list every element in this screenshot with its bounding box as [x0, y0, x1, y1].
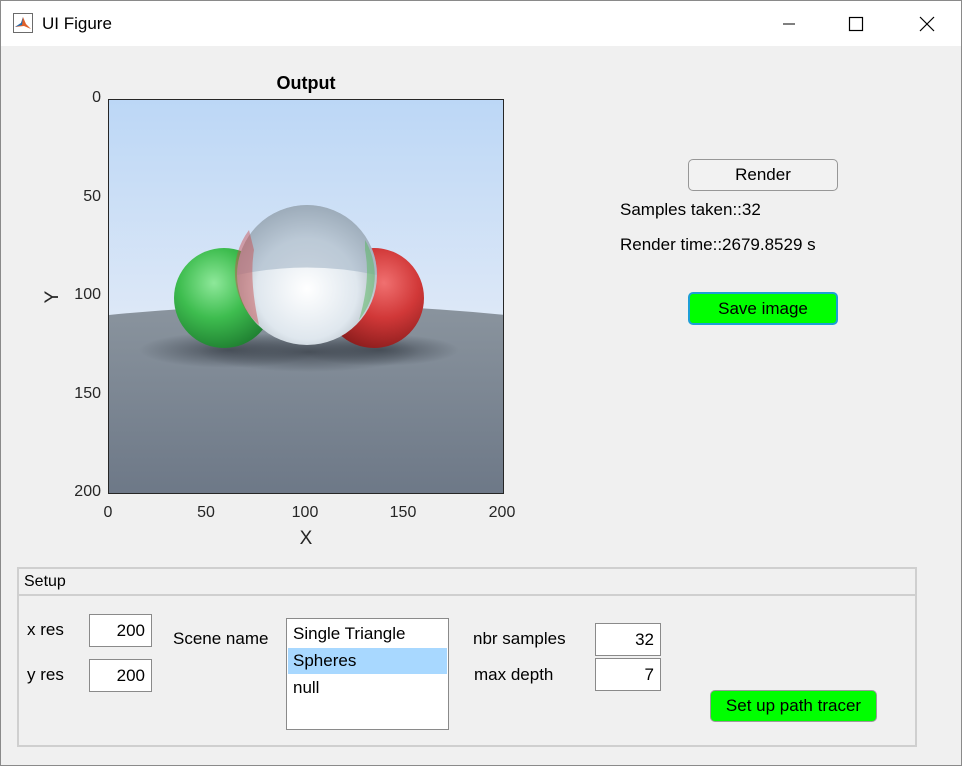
list-item[interactable]: Single Triangle: [288, 621, 447, 647]
y-tick-label: 50: [83, 188, 101, 205]
window-title: UI Figure: [42, 14, 112, 33]
samples-taken-label: Samples taken::32: [620, 200, 761, 219]
x-tick-label: 50: [197, 504, 215, 521]
y-res-field[interactable]: [89, 659, 152, 692]
title-bar: UI Figure: [1, 1, 961, 46]
render-time-label: Render time::2679.8529 s: [620, 235, 816, 254]
x-axis-label: X: [299, 528, 313, 549]
save-image-button[interactable]: Save image: [688, 292, 838, 325]
nbr-samples-label: nbr samples: [473, 629, 566, 648]
x-tick-label: 0: [103, 504, 113, 521]
x-tick-label: 150: [389, 504, 417, 521]
y-tick-label: 0: [92, 89, 101, 106]
app-window: UI Figure Output 0 50 100 150 200 Y 0 50…: [0, 0, 962, 766]
list-item[interactable]: null: [288, 675, 447, 701]
maximize-icon: [848, 16, 864, 31]
setup-panel-title: Setup: [24, 573, 66, 590]
y-tick-label: 200: [74, 483, 101, 500]
close-button[interactable]: [903, 1, 951, 46]
minimize-button[interactable]: [765, 1, 813, 46]
x-tick-label: 100: [291, 504, 319, 521]
x-res-label: x res: [27, 620, 64, 639]
max-depth-field[interactable]: [595, 658, 661, 691]
x-tick-label: 200: [488, 504, 516, 521]
y-axis-label: Y: [42, 290, 63, 304]
scene-name-label: Scene name: [173, 629, 269, 648]
matlab-logo-icon: [13, 13, 33, 33]
nbr-samples-field[interactable]: [595, 623, 661, 656]
x-res-field[interactable]: [89, 614, 152, 647]
minimize-icon: [783, 23, 795, 24]
rendered-scene-graphic: [109, 100, 503, 493]
close-icon: [919, 16, 935, 31]
setup-panel-header: Setup: [19, 569, 915, 596]
maximize-button[interactable]: [832, 1, 880, 46]
list-item-selected[interactable]: Spheres: [288, 648, 447, 674]
max-depth-label: max depth: [474, 665, 554, 684]
axes-title: Output: [276, 73, 336, 93]
y-tick-label: 150: [74, 385, 101, 402]
y-res-label: y res: [27, 665, 64, 684]
scene-name-listbox[interactable]: Single Triangle Spheres null: [286, 618, 449, 730]
set-up-path-tracer-button[interactable]: Set up path tracer: [710, 690, 877, 722]
render-button[interactable]: Render: [688, 159, 838, 191]
rendered-image: [108, 99, 504, 494]
